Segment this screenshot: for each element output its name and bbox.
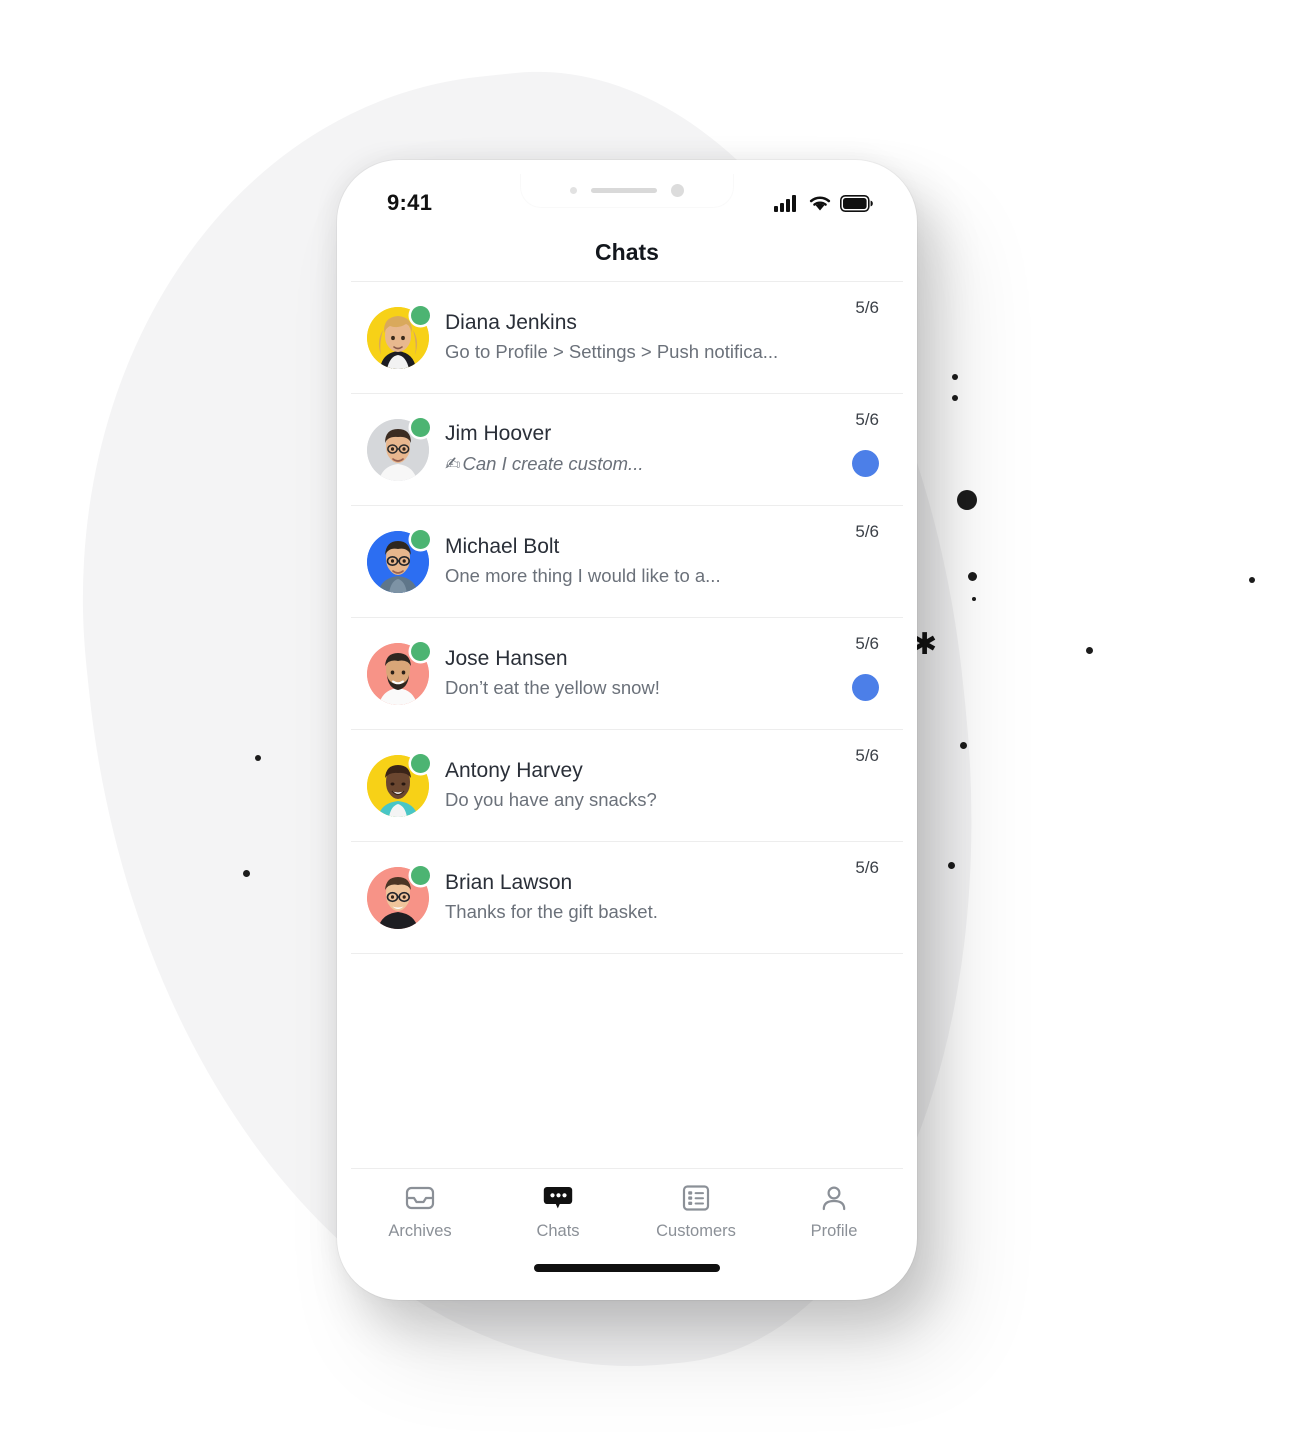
unread-placeholder — [852, 562, 879, 589]
status-icons — [774, 194, 873, 212]
avatar — [367, 305, 430, 369]
chat-list-item[interactable]: Jim Hoover ✍ Can I create custom... 5/6 — [351, 394, 903, 506]
tab-archives[interactable]: Archives — [351, 1183, 489, 1241]
unread-placeholder — [852, 898, 879, 925]
chat-text: Antony Harvey Do you have any snacks? — [445, 758, 825, 813]
chat-contact-name: Michael Bolt — [445, 534, 560, 558]
decorative-dot — [1249, 577, 1255, 583]
chat-contact-name: Brian Lawson — [445, 870, 573, 894]
cellular-signal-icon — [774, 195, 796, 212]
writing-hand-icon: ✍ — [445, 453, 461, 475]
decorative-dot — [255, 755, 261, 761]
chat-text: Jose Hansen Don’t eat the yellow snow! — [445, 646, 825, 701]
chat-preview-text: Can I create custom... — [462, 452, 644, 474]
avatar — [367, 417, 430, 481]
presence-online-indicator — [411, 529, 430, 549]
avatar — [367, 641, 430, 705]
chat-text: Michael Bolt One more thing I would like… — [445, 534, 825, 589]
chat-list-item[interactable]: Diana Jenkins Go to Profile > Settings >… — [351, 282, 903, 394]
page-title: Chats — [595, 239, 659, 265]
chat-contact-name: Diana Jenkins — [445, 310, 577, 334]
app-header: Chats — [351, 224, 903, 282]
unread-badge — [852, 450, 879, 477]
person-icon — [820, 1183, 848, 1213]
chat-meta: 5/6 — [825, 842, 879, 953]
tab-label: Customers — [656, 1222, 736, 1240]
chat-preview-message: One more thing I would like to a... — [445, 565, 721, 587]
chat-contact-name: Jim Hoover — [445, 422, 552, 446]
decorative-dot — [1086, 647, 1093, 654]
chat-preview-message: Go to Profile > Settings > Push notifica… — [445, 341, 779, 363]
phone-mockup: 9:41 Chats Diana Jenkins Go to Profile >… — [337, 160, 917, 1300]
chat-timestamp: 5/6 — [855, 634, 879, 653]
chat-meta: 5/6 — [825, 506, 879, 617]
presence-online-indicator — [411, 417, 430, 437]
chat-list-item[interactable]: Brian Lawson Thanks for the gift basket.… — [351, 842, 903, 954]
chat-timestamp: 5/6 — [855, 298, 879, 317]
presence-online-indicator — [411, 753, 430, 773]
tab-label: Chats — [536, 1222, 580, 1240]
decorative-dot — [952, 395, 958, 401]
unread-placeholder — [852, 786, 879, 813]
chat-list-item[interactable]: Jose Hansen Don’t eat the yellow snow! 5… — [351, 618, 903, 730]
avatar — [367, 753, 430, 817]
chat-text: Diana Jenkins Go to Profile > Settings >… — [445, 310, 825, 365]
chat-meta: 5/6 — [825, 282, 879, 393]
chat-list[interactable]: Diana Jenkins Go to Profile > Settings >… — [351, 282, 903, 1168]
decorative-dot — [972, 597, 976, 601]
unread-badge — [852, 674, 879, 701]
chat-list-item[interactable]: Antony Harvey Do you have any snacks? 5/… — [351, 730, 903, 842]
battery-full-icon — [840, 194, 873, 212]
tab-profile[interactable]: Profile — [765, 1183, 903, 1241]
tab-label: Profile — [810, 1222, 858, 1240]
unread-placeholder — [852, 338, 879, 365]
decorative-dot — [957, 490, 977, 510]
phone-screen: 9:41 Chats Diana Jenkins Go to Profile >… — [351, 174, 903, 1286]
chat-meta: 5/6 — [825, 730, 879, 841]
chat-preview-message: ✍ Can I create custom... — [445, 451, 813, 478]
avatar — [367, 865, 430, 929]
tab-customers[interactable]: Customers — [627, 1183, 765, 1241]
chat-contact-name: Jose Hansen — [445, 646, 568, 670]
chat-bubble-icon — [543, 1183, 573, 1213]
presence-online-indicator — [411, 641, 430, 661]
chat-text: Jim Hoover ✍ Can I create custom... — [445, 421, 825, 477]
decorative-dot — [952, 374, 958, 380]
archive-tray-icon — [405, 1183, 435, 1213]
phone-frame: 9:41 Chats Diana Jenkins Go to Profile >… — [337, 160, 917, 1300]
chat-preview-message: Thanks for the gift basket. — [445, 901, 658, 923]
tab-label: Archives — [388, 1222, 452, 1240]
chat-timestamp: 5/6 — [855, 522, 879, 541]
avatar — [367, 529, 430, 593]
wifi-icon — [809, 196, 831, 211]
chat-contact-name: Antony Harvey — [445, 758, 583, 782]
chat-text: Brian Lawson Thanks for the gift basket. — [445, 870, 825, 925]
chat-preview-message: Do you have any snacks? — [445, 789, 657, 811]
decorative-dot — [968, 572, 977, 581]
chat-list-item[interactable]: Michael Bolt One more thing I would like… — [351, 506, 903, 618]
customer-list-icon — [682, 1183, 710, 1213]
decorative-dot — [948, 862, 955, 869]
chat-meta: 5/6 — [825, 394, 879, 505]
status-bar: 9:41 — [351, 174, 903, 224]
chat-list-empty-space — [351, 954, 903, 1168]
bottom-tab-bar: Archives Chats Customers Profile — [351, 1168, 903, 1286]
presence-online-indicator — [411, 305, 430, 325]
home-indicator[interactable] — [534, 1264, 720, 1272]
decorative-dot — [960, 742, 967, 749]
tab-chats[interactable]: Chats — [489, 1183, 627, 1241]
chat-timestamp: 5/6 — [855, 858, 879, 877]
presence-online-indicator — [411, 865, 430, 885]
status-time: 9:41 — [387, 190, 433, 215]
page-root: ✱ 9:41 Chats Diana Jenkins Go to Profile… — [0, 0, 1299, 1443]
chat-timestamp: 5/6 — [855, 410, 879, 429]
chat-timestamp: 5/6 — [855, 746, 879, 765]
chat-preview-message: Don’t eat the yellow snow! — [445, 677, 660, 699]
decorative-dot — [243, 870, 250, 877]
chat-meta: 5/6 — [825, 618, 879, 729]
